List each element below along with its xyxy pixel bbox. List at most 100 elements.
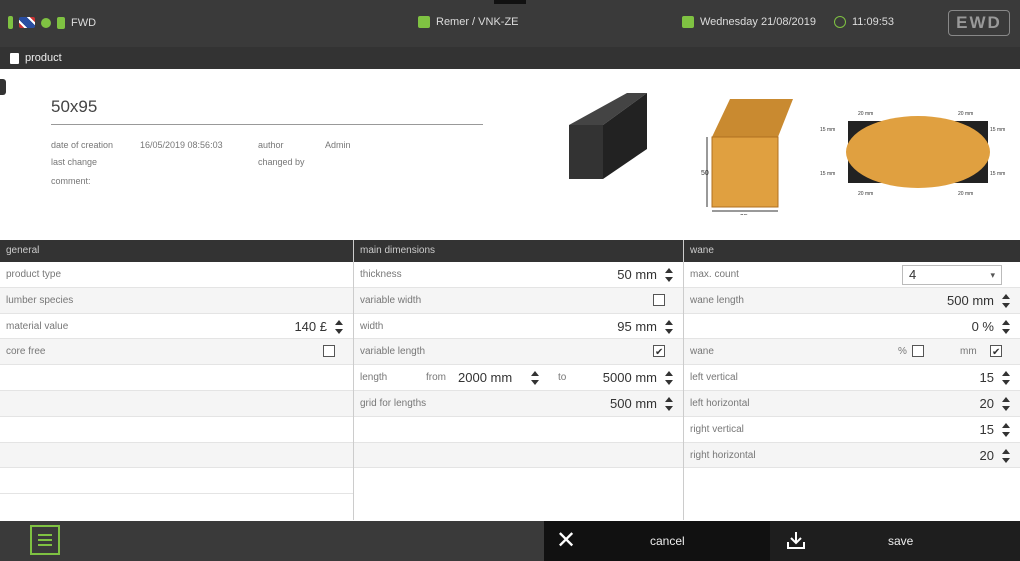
wane-column: wane max. count 4 ▾ wane length 500 mm 0 … xyxy=(684,240,1020,520)
timber-dimension-diagram: 50 95 xyxy=(701,99,793,215)
svg-text:20 mm: 20 mm xyxy=(958,191,973,197)
top-bar: FWD Remer / VNK-ZE Wednesday 21/08/2019 … xyxy=(0,0,1020,47)
menu-icon xyxy=(38,534,52,536)
empty-row xyxy=(354,442,683,469)
sub-bar: product xyxy=(0,47,1020,69)
camera-notch xyxy=(494,0,526,4)
length-from-field[interactable]: 2000 mm xyxy=(458,365,512,390)
empty-row xyxy=(0,442,353,469)
empty-row xyxy=(0,417,353,443)
timber-width-label: 95 xyxy=(740,214,748,215)
right-vertical-row: right vertical 15 xyxy=(684,417,1020,443)
wane-length-stepper[interactable] xyxy=(1002,293,1010,308)
product-3d-icon xyxy=(569,93,647,179)
length-from-stepper[interactable] xyxy=(531,371,539,386)
svg-text:15 mm: 15 mm xyxy=(820,127,835,133)
cancel-label: cancel xyxy=(650,534,685,548)
station-name: Remer / VNK-ZE xyxy=(436,16,519,28)
user-name: FWD xyxy=(71,16,97,29)
document-icon xyxy=(10,52,19,64)
clock-icon xyxy=(834,16,846,28)
connection-icon xyxy=(41,17,51,28)
grid-for-lengths-row: grid for lengths 500 mm xyxy=(354,390,683,417)
material-value-field[interactable]: 140 £ xyxy=(294,314,327,339)
save-button[interactable]: save xyxy=(770,521,1020,561)
left-horizontal-stepper[interactable] xyxy=(1002,396,1010,411)
core-free-checkbox[interactable] xyxy=(323,345,335,358)
menu-button[interactable] xyxy=(30,525,60,555)
timber-height-label: 50 xyxy=(701,170,709,177)
user-icon xyxy=(57,16,65,29)
empty-row xyxy=(0,468,353,495)
wane-percent-row: 0 % xyxy=(684,314,1020,340)
svg-text:20 mm: 20 mm xyxy=(958,111,973,117)
changed-by-label: changed by xyxy=(258,157,305,167)
left-horizontal-row: left horizontal 20 xyxy=(684,390,1020,417)
left-vertical-row: left vertical 15 xyxy=(684,365,1020,391)
empty-row xyxy=(0,390,353,417)
left-vertical-field[interactable]: 15 xyxy=(980,365,994,390)
main-dimensions-column: main dimensions thickness 50 mm variable… xyxy=(354,240,684,520)
product-header: 50x95 date of creation 16/05/2019 08:56:… xyxy=(0,69,1020,240)
length-row: length from 2000 mm to 5000 mm xyxy=(354,365,683,391)
material-value-stepper[interactable] xyxy=(335,319,343,334)
product-name-underline xyxy=(51,124,483,125)
right-vertical-stepper[interactable] xyxy=(1002,422,1010,437)
author-label: author xyxy=(258,140,284,150)
core-free-row: core free xyxy=(0,339,353,366)
cancel-button[interactable]: ✕ cancel xyxy=(544,521,770,561)
left-vertical-stepper[interactable] xyxy=(1002,371,1010,386)
svg-text:20 mm: 20 mm xyxy=(858,191,873,197)
left-horizontal-field[interactable]: 20 xyxy=(980,391,994,416)
calendar-icon xyxy=(682,16,694,28)
date-value: 16/05/2019 08:56:03 xyxy=(140,140,223,150)
right-vertical-field[interactable]: 15 xyxy=(980,417,994,442)
last-change-label: last change xyxy=(51,157,98,167)
grid-for-lengths-stepper[interactable] xyxy=(665,396,673,411)
max-count-row: max. count 4 ▾ xyxy=(684,262,1020,288)
ewd-logo: EWD xyxy=(948,10,1010,36)
length-to-field[interactable]: 5000 mm xyxy=(603,365,657,390)
wane-percent-field[interactable]: 0 % xyxy=(972,314,994,339)
variable-width-checkbox[interactable] xyxy=(653,293,665,306)
download-icon xyxy=(787,532,805,549)
date-label: date of creation xyxy=(51,140,114,150)
save-label: save xyxy=(888,534,914,548)
svg-text:15 mm: 15 mm xyxy=(820,171,835,177)
footer-bar: ✕ cancel save xyxy=(0,521,1020,561)
right-horizontal-field[interactable]: 20 xyxy=(980,443,994,468)
wane-length-field[interactable]: 500 mm xyxy=(947,288,994,313)
max-count-select[interactable]: 4 ▾ xyxy=(902,265,1002,285)
wane-unit-row: wane % mm xyxy=(684,339,1020,365)
thickness-field[interactable]: 50 mm xyxy=(617,262,657,287)
thickness-stepper[interactable] xyxy=(665,268,673,282)
width-row: width 95 mm xyxy=(354,314,683,340)
uk-flag-icon[interactable] xyxy=(19,17,35,28)
product-type-row[interactable]: product type xyxy=(0,262,353,288)
right-horizontal-stepper[interactable] xyxy=(1002,448,1010,463)
general-header: general xyxy=(0,240,353,262)
width-field[interactable]: 95 mm xyxy=(617,314,657,339)
length-to-stepper[interactable] xyxy=(665,371,673,386)
panel-toggle[interactable] xyxy=(0,79,6,95)
width-stepper[interactable] xyxy=(665,319,673,334)
general-column: general product type lumber species mate… xyxy=(0,240,354,520)
battery-icon xyxy=(8,16,13,29)
variable-width-row: variable width xyxy=(354,287,683,314)
wane-percent-stepper[interactable] xyxy=(1002,319,1010,334)
station-icon xyxy=(418,16,430,28)
empty-row xyxy=(0,365,353,391)
time-display: 11:09:53 xyxy=(852,16,895,28)
wane-percent-checkbox[interactable] xyxy=(912,345,924,358)
chevron-down-icon: ▾ xyxy=(990,270,995,280)
variable-length-row: variable length xyxy=(354,339,683,365)
material-value-row: material value 140 £ xyxy=(0,314,353,340)
grid-for-lengths-field[interactable]: 500 mm xyxy=(610,391,657,416)
wane-mm-checkbox[interactable] xyxy=(990,340,1002,365)
date-display: Wednesday 21/08/2019 xyxy=(700,16,816,28)
variable-length-checkbox[interactable] xyxy=(653,340,665,365)
lumber-species-row[interactable]: lumber species xyxy=(0,287,353,314)
thickness-row: thickness 50 mm xyxy=(354,262,683,288)
product-name[interactable]: 50x95 xyxy=(51,97,97,117)
close-icon: ✕ xyxy=(556,527,577,554)
